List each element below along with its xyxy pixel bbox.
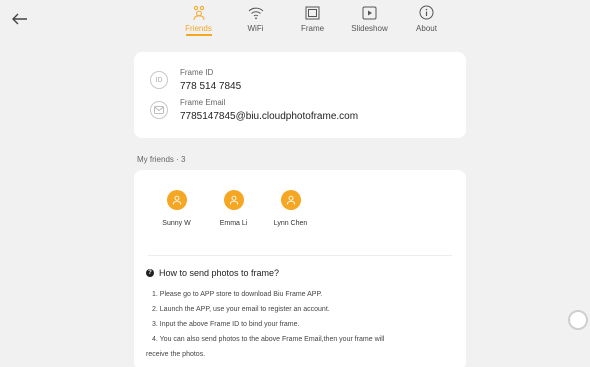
divider <box>148 255 452 256</box>
user-avatar-icon <box>280 190 301 210</box>
email-icon <box>150 101 168 119</box>
frame-info-card: ID Frame ID 778 514 7845 Frame Email 778… <box>134 52 466 138</box>
tab-slideshow-label: Slideshow <box>351 24 388 33</box>
frame-id-label: Frame ID <box>180 68 214 77</box>
howto-steps: 1. Please go to APP store to download Bi… <box>146 287 454 362</box>
friend-item[interactable]: Sunny W <box>148 190 205 227</box>
tab-friends[interactable]: Friends <box>170 4 227 36</box>
frame-email-row: Frame Email 7785147845@biu.cloudphotofra… <box>150 98 358 123</box>
id-icon: ID <box>150 71 168 89</box>
slideshow-icon <box>362 4 377 21</box>
friends-list: Sunny W Emma Li Lynn Chen <box>148 190 319 227</box>
friend-item[interactable]: Lynn Chen <box>262 190 319 227</box>
user-avatar-icon <box>223 190 244 210</box>
howto-step: 2. Launch the APP, use your email to reg… <box>152 306 330 313</box>
frame-email-label: Frame Email <box>180 98 226 107</box>
friend-name: Sunny W <box>162 220 191 227</box>
my-friends-heading: My friends · 3 <box>137 155 186 164</box>
friend-name: Emma Li <box>219 220 248 227</box>
frame-icon <box>305 4 320 21</box>
tab-about[interactable]: About <box>398 4 455 36</box>
frame-id-row: ID Frame ID 778 514 7845 <box>150 68 241 93</box>
arrow-left-icon <box>12 13 27 25</box>
top-nav: Friends WiFi Frame Slideshow About <box>170 4 455 36</box>
help-icon: ? <box>146 269 154 277</box>
floating-assistive-button[interactable] <box>568 310 588 330</box>
info-icon <box>419 4 434 21</box>
howto-step-continued: receive the photos. <box>146 351 206 358</box>
friend-item[interactable]: Emma Li <box>205 190 262 227</box>
frame-email-value: 7785147845@biu.cloudphotoframe.com <box>180 111 359 122</box>
tab-frame[interactable]: Frame <box>284 4 341 36</box>
tab-wifi[interactable]: WiFi <box>227 4 284 36</box>
howto-title: ? How to send photos to frame? <box>146 268 454 278</box>
tab-frame-label: Frame <box>300 24 325 33</box>
user-avatar-icon <box>166 190 187 210</box>
tab-wifi-label: WiFi <box>247 24 264 33</box>
tab-about-label: About <box>416 24 437 33</box>
howto-step: 3. Input the above Frame ID to bind your… <box>152 321 300 328</box>
wifi-icon <box>248 4 264 21</box>
tab-slideshow[interactable]: Slideshow <box>341 4 398 36</box>
friend-name: Lynn Chen <box>273 220 308 227</box>
howto-section: ? How to send photos to frame? 1. Please… <box>146 268 454 362</box>
friends-icon <box>191 4 207 21</box>
howto-title-text: How to send photos to frame? <box>159 268 280 278</box>
friends-card: Sunny W Emma Li Lynn Chen ? How to send … <box>134 170 466 367</box>
tab-friends-label: Friends <box>185 24 212 33</box>
howto-step: 1. Please go to APP store to download Bi… <box>152 291 323 298</box>
frame-id-value: 778 514 7845 <box>180 81 242 92</box>
howto-step: 4. You can also send photos to the above… <box>152 336 385 343</box>
back-button[interactable] <box>10 9 30 29</box>
